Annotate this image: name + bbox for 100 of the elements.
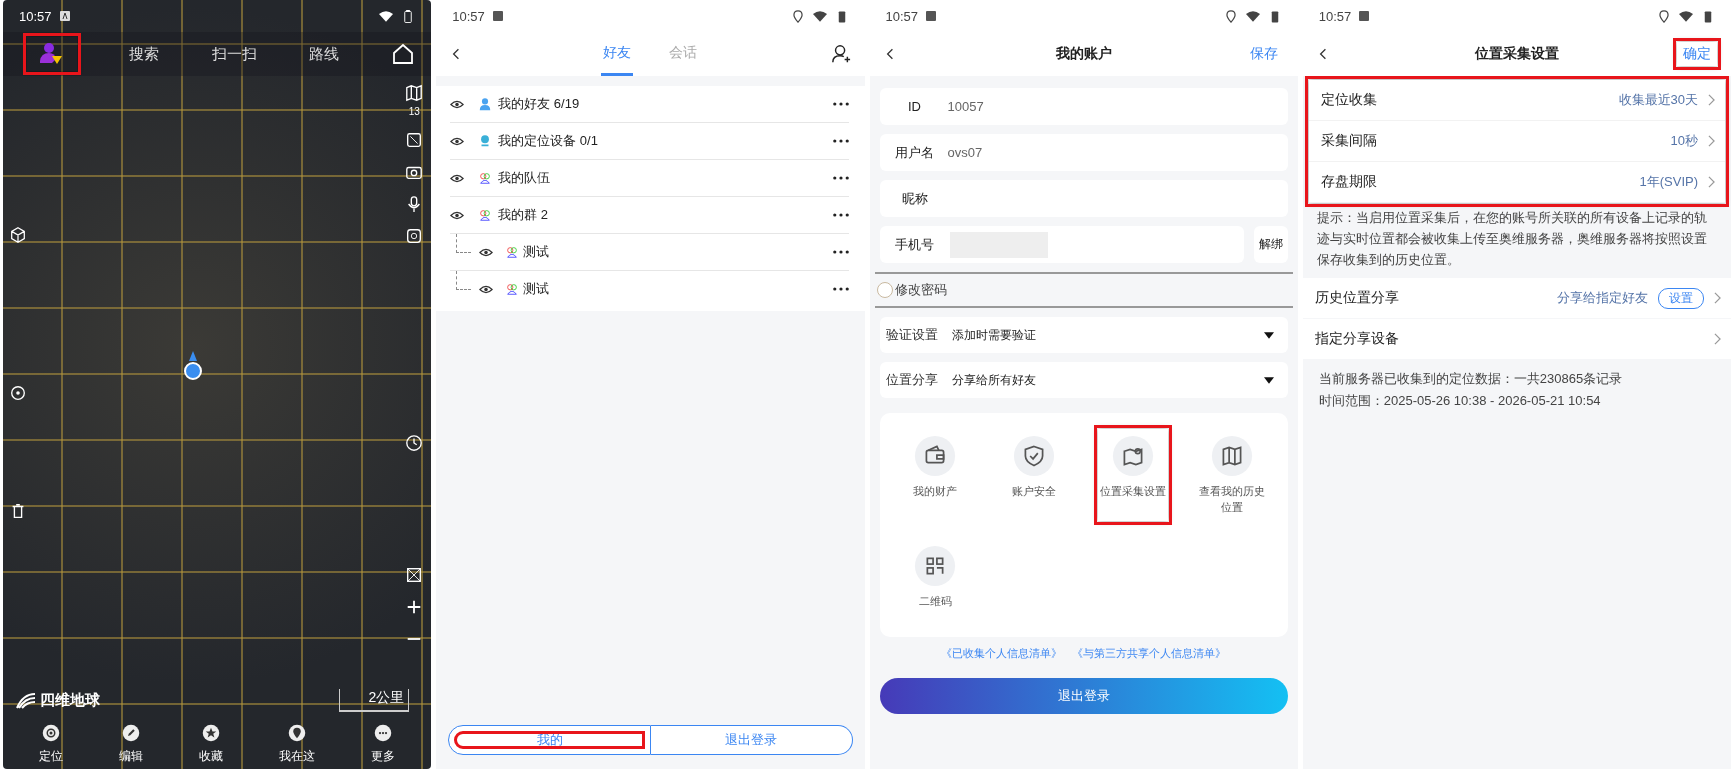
group-row[interactable]: 我的群 2 [450, 197, 849, 234]
field-label: 用户名 [894, 143, 935, 162]
map-icon[interactable] [405, 84, 424, 102]
notification-icon [1359, 11, 1370, 21]
setting-value: 分享给指定好友 [1557, 289, 1648, 307]
group-label: 我的好友 6/19 [498, 95, 580, 113]
more-icon[interactable] [832, 213, 849, 217]
group-row[interactable]: 我的队伍 [450, 160, 849, 197]
map-tab[interactable]: 路线 [308, 44, 339, 64]
dropdown-arrow-icon [1263, 376, 1274, 384]
unbind-button[interactable]: 解绑 [1253, 226, 1288, 263]
more-icon[interactable] [832, 139, 849, 143]
dropdown-value: 分享给所有好友 [951, 371, 1036, 389]
group-row[interactable]: 我的好友 6/19 [450, 86, 849, 123]
nav-button[interactable]: 收藏 [199, 724, 224, 765]
group-row[interactable]: 测试 [450, 271, 849, 307]
location-icon [1223, 9, 1238, 23]
more-icon[interactable] [832, 102, 849, 106]
rotate-icon[interactable] [405, 227, 424, 245]
eye-icon[interactable] [479, 283, 494, 295]
info-text: 时间范围：2025-05-26 10:38 - 2026-05-21 10:54 [1318, 392, 1602, 410]
setting-value: 收集最近30天 [1618, 91, 1698, 109]
text-field[interactable]: 昵称 [879, 180, 1288, 217]
dropdown-value: 添加时需要验证 [951, 326, 1036, 344]
nav-button[interactable]: 定位 [39, 724, 63, 765]
more-icon [374, 724, 393, 742]
eye-icon[interactable] [450, 98, 465, 110]
clock-icon[interactable] [405, 434, 424, 452]
dropdown[interactable]: 位置分享 分享给所有好友 [879, 362, 1288, 398]
more-icon[interactable] [832, 176, 849, 180]
add-user-icon[interactable] [830, 44, 851, 64]
eye-icon[interactable] [450, 172, 465, 184]
settings-row[interactable]: 采集间隔 10秒 [1308, 121, 1725, 162]
field-label: 昵称 [900, 189, 929, 208]
set-button[interactable]: 设置 [1658, 287, 1704, 309]
wifi-icon [1245, 9, 1260, 23]
logo-text: 四维地球 [40, 691, 100, 710]
chevron-icon [1708, 135, 1715, 147]
field-label: 手机号 [894, 235, 935, 254]
map-tab[interactable]: 扫一扫 [211, 44, 257, 64]
group-label: 我的群 2 [498, 206, 549, 224]
nav-button[interactable]: 更多 [371, 724, 396, 765]
fullscreen-icon[interactable] [405, 131, 424, 149]
settings-row[interactable]: 历史位置分享 分享给指定好友 设置 [1302, 278, 1731, 318]
tree-connector-line [456, 233, 472, 253]
back-icon[interactable] [452, 47, 461, 61]
segment-button[interactable]: 退出登录 [650, 725, 853, 755]
qr-code-icon [914, 545, 957, 587]
home-icon[interactable] [391, 42, 416, 66]
text-field[interactable]: 手机号 [879, 226, 1244, 263]
settings-row[interactable]: 存盘期限 1年(SVIP) [1308, 162, 1725, 203]
screen-title: 我的账户 [1055, 45, 1112, 63]
grid-icon[interactable] [405, 566, 424, 584]
scale-bar: 2公里 [339, 689, 410, 712]
info-text: 当前服务器已收集到的定位数据：一共230865条记录 [1318, 370, 1624, 388]
cube-icon[interactable] [9, 226, 27, 244]
checkbox[interactable] [876, 282, 893, 298]
map-tab[interactable]: 搜索 [129, 44, 160, 64]
settings-row[interactable]: 指定分享设备 [1302, 319, 1731, 359]
menu-tile[interactable]: 查看我的历史位置 [1197, 429, 1268, 521]
notification-icon [926, 11, 937, 21]
text-field[interactable]: 用户名 ovs07 [879, 134, 1288, 171]
setting-label: 定位收集 [1320, 91, 1377, 109]
policy-link[interactable]: 《已收集个人信息清单》 [941, 646, 1063, 661]
people-icon [505, 245, 520, 259]
status-time: 10:57 [452, 8, 485, 24]
save-button[interactable]: 保存 [1243, 42, 1284, 66]
segment-button[interactable]: 我的 [448, 725, 651, 755]
logout-button[interactable]: 退出登录 [879, 678, 1288, 714]
dropdown-label: 位置分享 [885, 371, 938, 389]
dropdown[interactable]: 验证设置 添加时需要验证 [879, 317, 1288, 353]
back-icon[interactable] [1318, 47, 1327, 61]
menu-tile[interactable]: 我的财产 [900, 429, 971, 521]
eye-icon[interactable] [450, 135, 465, 147]
setting-value: 1年(SVIP) [1639, 173, 1698, 191]
more-icon[interactable] [832, 287, 849, 291]
notification-icon [59, 11, 70, 21]
wifi-icon [1679, 9, 1693, 23]
people-icon [505, 282, 520, 296]
menu-tile[interactable]: 二维码 [900, 539, 971, 615]
location-icon [790, 9, 805, 23]
notification-icon [492, 11, 503, 21]
target-icon[interactable] [9, 384, 27, 402]
map-icon [1211, 435, 1254, 477]
group-label: 测试 [523, 280, 550, 298]
menu-tile[interactable]: 位置采集设置 [1098, 429, 1169, 521]
group-label: 我的队伍 [498, 169, 551, 187]
nav-button[interactable]: 编辑 [119, 724, 144, 765]
eye-icon[interactable] [479, 246, 494, 258]
eye-icon[interactable] [450, 209, 465, 221]
more-icon[interactable] [832, 250, 849, 254]
tree-connector-line [456, 270, 472, 290]
back-icon[interactable] [885, 47, 894, 61]
settings-row[interactable]: 定位收集 收集最近30天 [1308, 80, 1725, 121]
group-row[interactable]: 我的定位设备 0/1 [450, 123, 849, 160]
text-field[interactable]: ID 10057 [879, 88, 1288, 125]
policy-link[interactable]: 《与第三方共享个人信息清单》 [1072, 646, 1227, 661]
nav-button[interactable]: 我在这 [279, 724, 316, 765]
menu-tile[interactable]: 账户安全 [999, 429, 1070, 521]
group-row[interactable]: 测试 [450, 234, 849, 271]
